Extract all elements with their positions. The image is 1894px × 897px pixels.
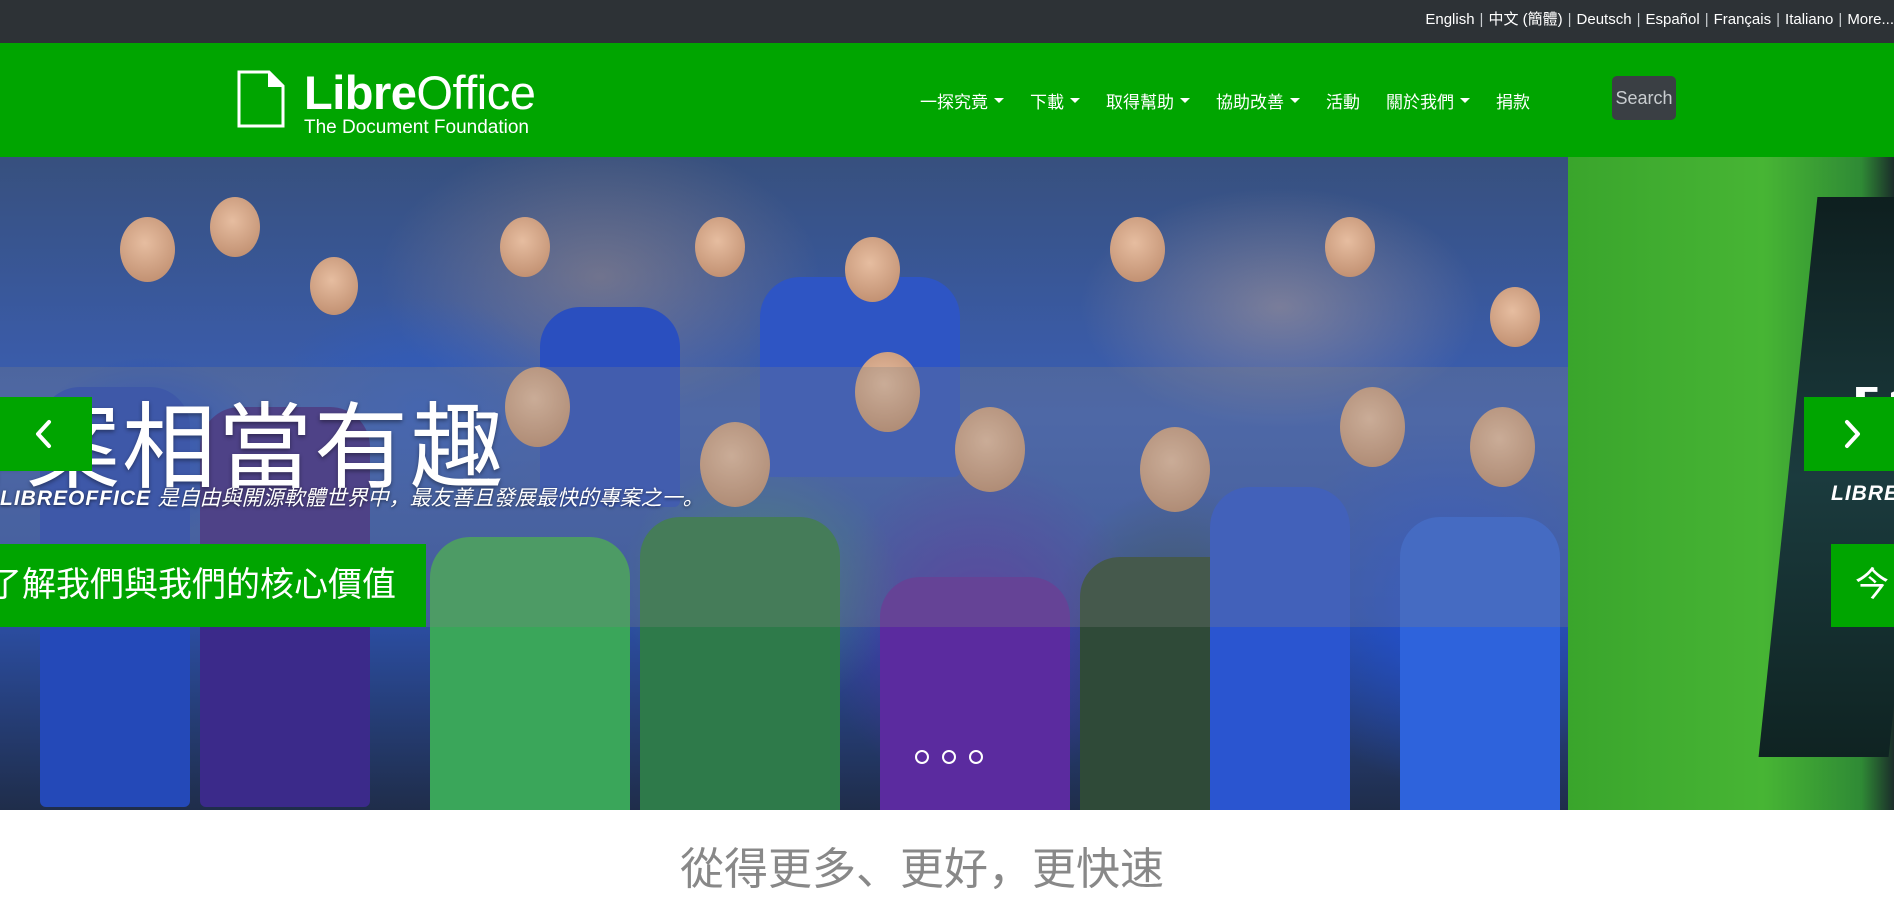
nav-events[interactable]: 活動	[1326, 88, 1360, 113]
divider: |	[1704, 11, 1709, 28]
lang-francais[interactable]: Français	[1714, 11, 1772, 28]
nav-about[interactable]: 關於我們	[1386, 88, 1470, 113]
lang-espanol[interactable]: Español	[1645, 11, 1699, 28]
divider: |	[1838, 11, 1843, 28]
lang-more[interactable]: More...	[1847, 11, 1894, 28]
caret-down-icon	[1460, 97, 1470, 103]
logo-title-rest: Office	[416, 66, 536, 119]
nav-label: 一探究竟	[920, 92, 988, 112]
hero-subtitle-brand: LIBREOFFICE	[0, 487, 151, 510]
lang-deutsch[interactable]: Deutsch	[1577, 11, 1632, 28]
nav-discover[interactable]: 一探究竟	[920, 88, 1004, 113]
carousel-dot-3[interactable]	[969, 750, 983, 764]
section-heading: 從得更多、更好，更快速	[680, 844, 1164, 895]
document-icon	[237, 70, 285, 128]
divider: |	[1776, 11, 1781, 28]
main-nav: 一探究竟 下載 取得幫助 協助改善 活動 關於我們 捐款	[920, 43, 1556, 157]
carousel-prev-button[interactable]	[0, 397, 92, 471]
next-slide-cta[interactable]: 今	[1831, 544, 1894, 627]
carousel-indicators	[915, 750, 996, 764]
nav-improve[interactable]: 協助改善	[1216, 88, 1300, 113]
logo-title: LibreOffice	[304, 65, 536, 120]
nav-label: 協助改善	[1216, 92, 1284, 112]
hero-subtitle-text: 是自由與開源軟體世界中，最友善且發展最快的專案之一。	[151, 486, 704, 510]
nav-label: 關於我們	[1386, 92, 1454, 112]
hero-cta-button[interactable]: 了解我們與我們的核心價值	[0, 544, 426, 627]
hero-subtitle: LIBREOFFICE 是自由與開源軟體世界中，最友善且發展最快的專案之一。	[0, 482, 704, 512]
chevron-left-icon	[36, 420, 51, 448]
caret-down-icon	[994, 97, 1004, 103]
next-slide-caption: LIBRE	[1831, 482, 1894, 505]
lang-italiano[interactable]: Italiano	[1785, 11, 1833, 28]
nav-download[interactable]: 下載	[1030, 88, 1080, 113]
nav-label: 下載	[1030, 92, 1064, 112]
hero-cta-label: 了解我們與我們的核心價值	[0, 566, 396, 604]
chevron-right-icon	[1845, 420, 1860, 448]
language-list: English | 中文 (簡體) | Deutsch | Español | Français…	[1425, 0, 1894, 43]
nav-label: 活動	[1326, 92, 1360, 112]
logo-subtitle: The Document Foundation	[304, 117, 529, 138]
divider: |	[1636, 11, 1641, 28]
nav-get-help[interactable]: 取得幫助	[1106, 88, 1190, 113]
lang-chinese[interactable]: 中文 (簡體)	[1488, 11, 1562, 28]
nav-label: 取得幫助	[1106, 92, 1174, 112]
divider: |	[1567, 11, 1572, 28]
caret-down-icon	[1180, 97, 1190, 103]
caret-down-icon	[1070, 97, 1080, 103]
carousel-dot-1[interactable]	[915, 750, 929, 764]
site-logo[interactable]: LibreOffice The Document Foundation	[236, 66, 536, 139]
language-bar: English | 中文 (簡體) | Deutsch | Español | Français…	[0, 0, 1894, 43]
carousel-dot-2[interactable]	[942, 750, 956, 764]
nav-donate[interactable]: 捐款	[1496, 88, 1530, 113]
caret-down-icon	[1290, 97, 1300, 103]
carousel-next-button[interactable]	[1804, 397, 1894, 471]
logo-title-bold: Libre	[304, 66, 417, 119]
search-input[interactable]: Search	[1612, 76, 1676, 120]
lang-english[interactable]: English	[1425, 11, 1474, 28]
site-header: LibreOffice The Document Foundation 一探究竟…	[0, 43, 1894, 157]
hero-carousel: 專案相當有趣 LIBREOFFICE 是自由與開源軟體世界中，最友善且發展最快的…	[0, 157, 1894, 810]
divider: |	[1479, 11, 1484, 28]
nav-label: 捐款	[1496, 92, 1530, 112]
